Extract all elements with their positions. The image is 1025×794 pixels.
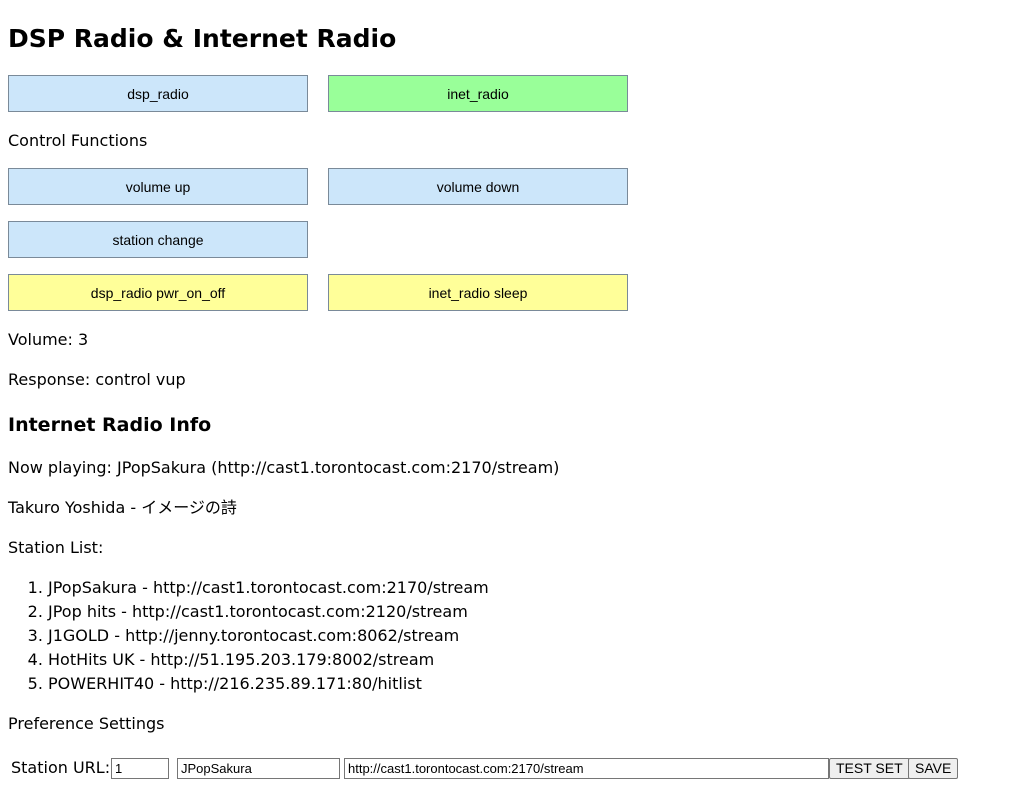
page-title: DSP Radio & Internet Radio [8, 24, 397, 53]
inet-radio-button[interactable]: inet_radio [328, 75, 628, 112]
station-index-input[interactable] [111, 758, 169, 779]
station-list-item: HotHits UK - http://51.195.203.179:8002/… [48, 648, 489, 672]
internet-radio-info-heading: Internet Radio Info [8, 414, 212, 436]
station-list-item: J1GOLD - http://jenny.torontocast.com:80… [48, 624, 489, 648]
preference-settings-label: Preference Settings [8, 714, 165, 733]
station-url-label: Station URL: [11, 758, 111, 777]
control-functions-label: Control Functions [8, 131, 148, 150]
inet-radio-sleep-button[interactable]: inet_radio sleep [328, 274, 628, 311]
station-list-item: JPop hits - http://cast1.torontocast.com… [48, 600, 489, 624]
volume-status: Volume: 3 [8, 330, 89, 349]
test-set-button[interactable]: TEST SET [829, 758, 910, 779]
volume-up-button[interactable]: volume up [8, 168, 308, 205]
track-info-text: Takuro Yoshida - イメージの詩 [8, 498, 237, 517]
station-list-item: JPopSakura - http://cast1.torontocast.co… [48, 576, 489, 600]
station-list-label: Station List: [8, 538, 104, 557]
station-list-item: POWERHIT40 - http://216.235.89.171:80/hi… [48, 672, 489, 696]
now-playing-text: Now playing: JPopSakura (http://cast1.to… [8, 458, 560, 477]
dsp-radio-power-button[interactable]: dsp_radio pwr_on_off [8, 274, 308, 311]
dsp-radio-button[interactable]: dsp_radio [8, 75, 308, 112]
station-url-input[interactable] [344, 758, 829, 779]
station-name-input[interactable] [177, 758, 340, 779]
save-button[interactable]: SAVE [908, 758, 959, 779]
station-change-button[interactable]: station change [8, 221, 308, 258]
station-list: JPopSakura - http://cast1.torontocast.co… [8, 576, 489, 696]
response-status: Response: control vup [8, 370, 186, 389]
volume-down-button[interactable]: volume down [328, 168, 628, 205]
